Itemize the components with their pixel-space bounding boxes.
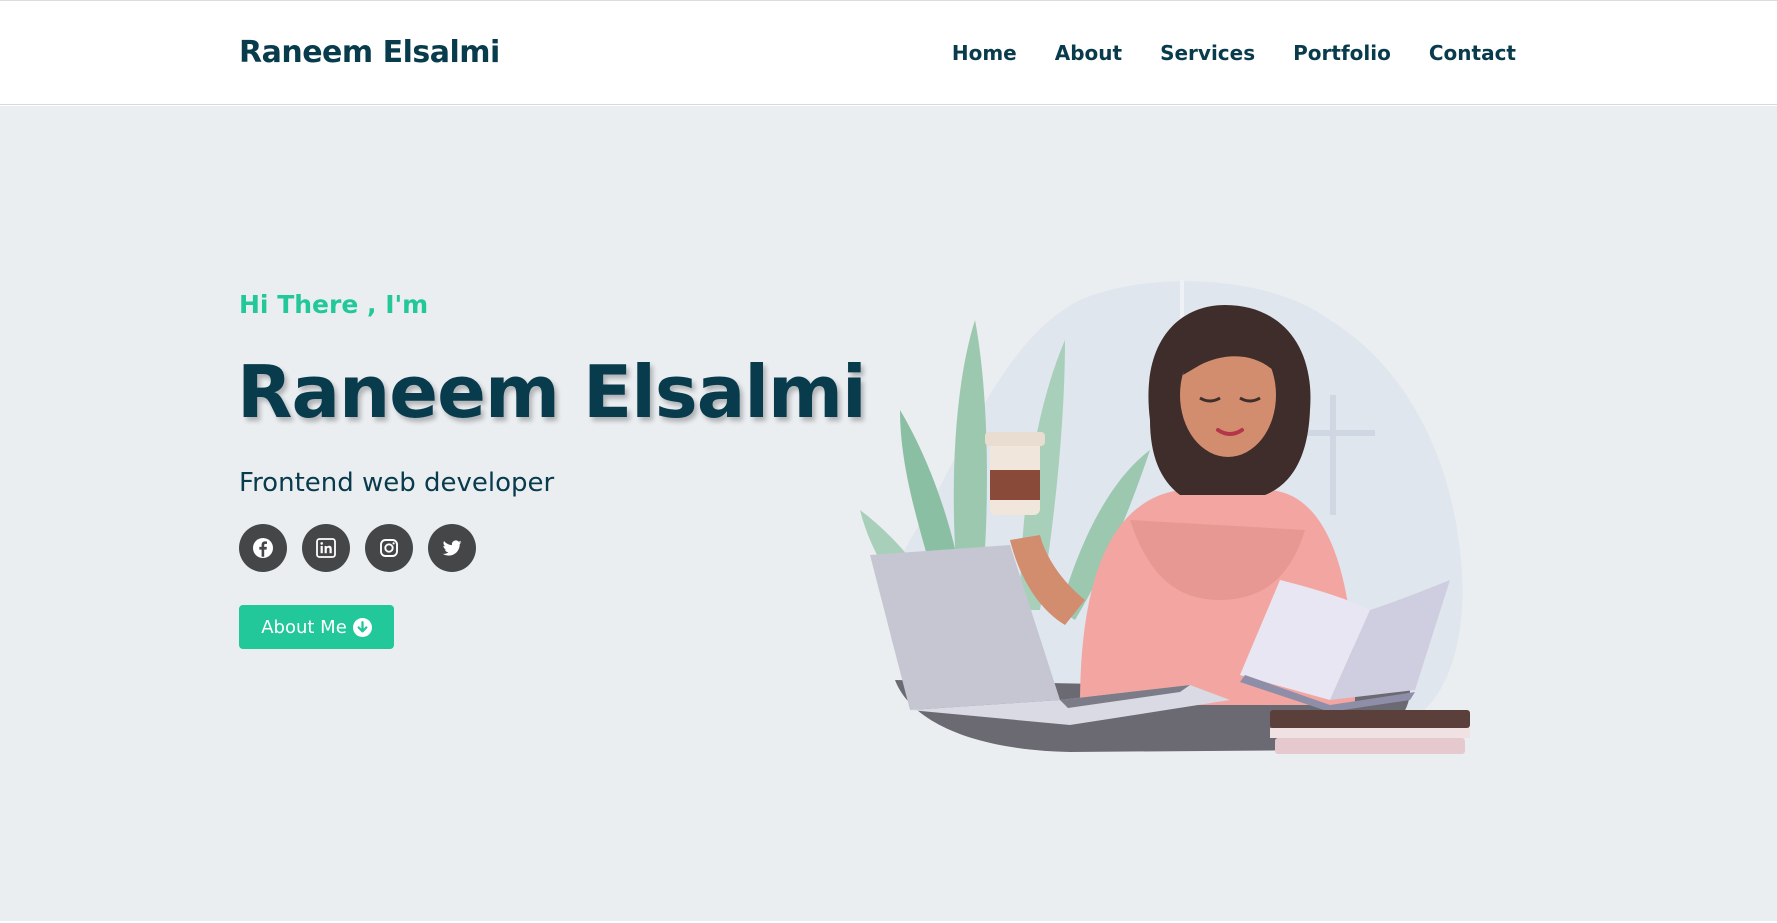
nav-item-about: About xyxy=(1055,41,1122,65)
hero-role: Frontend web developer xyxy=(239,468,555,498)
hero-name: Raneem Elsalmi xyxy=(237,350,867,434)
twitter-icon xyxy=(442,540,462,556)
nav-item-portfolio: Portfolio xyxy=(1293,41,1391,65)
nav-link-portfolio[interactable]: Portfolio xyxy=(1293,41,1391,65)
twitter-link[interactable] xyxy=(428,524,476,572)
facebook-icon xyxy=(253,538,273,558)
nav-link-contact[interactable]: Contact xyxy=(1429,41,1516,65)
about-me-label: About Me xyxy=(261,616,347,638)
nav-links: Home About Services Portfolio Contact xyxy=(952,41,1516,65)
nav-item-contact: Contact xyxy=(1429,41,1516,65)
nav-link-home[interactable]: Home xyxy=(952,41,1017,65)
facebook-link[interactable] xyxy=(239,524,287,572)
hero-illustration xyxy=(860,280,1470,754)
brand-logo[interactable]: Raneem Elsalmi xyxy=(239,35,500,70)
hero-greeting: Hi There , I'm xyxy=(239,290,429,319)
instagram-icon xyxy=(380,539,398,557)
instagram-link[interactable] xyxy=(365,524,413,572)
navbar: Raneem Elsalmi Home About Services Portf… xyxy=(0,0,1777,105)
arrow-down-circle-icon xyxy=(352,617,372,637)
linkedin-icon xyxy=(316,538,336,558)
nav-link-services[interactable]: Services xyxy=(1160,41,1255,65)
nav-link-about[interactable]: About xyxy=(1055,41,1122,65)
about-me-button[interactable]: About Me xyxy=(239,605,394,649)
nav-item-home: Home xyxy=(952,41,1017,65)
nav-item-services: Services xyxy=(1160,41,1255,65)
linkedin-link[interactable] xyxy=(302,524,350,572)
social-links xyxy=(239,524,476,572)
